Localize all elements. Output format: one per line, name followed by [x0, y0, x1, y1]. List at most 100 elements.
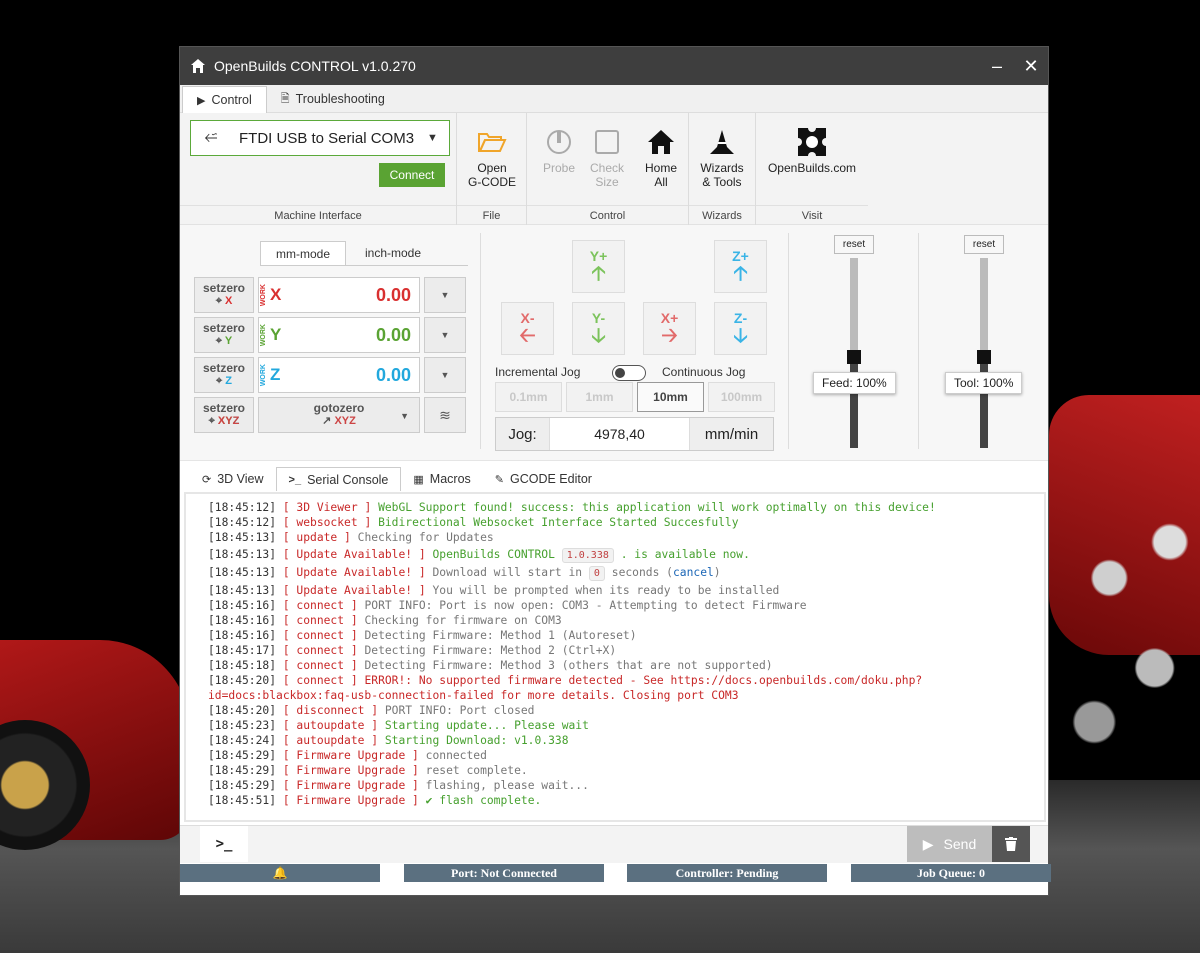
step-0-1mm-button[interactable]: 0.1mm: [495, 382, 562, 412]
log-line: [18:45:12] [ 3D Viewer ] WebGL Support f…: [208, 500, 1044, 515]
jog-x-plus-button[interactable]: X+ 🡢: [643, 302, 696, 355]
step-1mm-button[interactable]: 1mm: [566, 382, 633, 412]
cancel-link[interactable]: cancel: [673, 566, 714, 579]
tab-label: GCODE Editor: [510, 472, 592, 486]
tab-label: 3D View: [217, 472, 264, 486]
arrow-up-icon: 🡡: [733, 263, 748, 285]
crosshair-icon: ⌖: [208, 415, 215, 427]
play-icon: ▶: [922, 835, 934, 852]
jog-x-minus-button[interactable]: X- 🡠: [501, 302, 554, 355]
log-line: [18:45:18] [ connect ] Detecting Firmwar…: [208, 658, 1044, 673]
tab-inch-mode[interactable]: inch-mode: [350, 241, 436, 265]
connect-button[interactable]: Connect: [379, 163, 445, 187]
command-input[interactable]: [248, 827, 898, 861]
setzero-xyz-button[interactable]: setzero ⌖ XYZ: [194, 397, 254, 433]
button-label: G-CODE: [468, 175, 516, 189]
axis-name: Z: [270, 365, 281, 384]
wizards-tools-button[interactable]: Wizards & Tools: [692, 123, 752, 189]
log-line: [18:45:13] [ Update Available! ] OpenBui…: [208, 547, 1044, 563]
feed-reset-button[interactable]: reset: [834, 235, 874, 254]
log-timestamp: [18:45:12]: [208, 516, 277, 529]
step-100mm-button[interactable]: 100mm: [708, 382, 775, 412]
log-source: [ Update Available! ]: [282, 548, 426, 561]
jog-z-plus-button[interactable]: Z+ 🡡: [714, 240, 767, 293]
title-bar[interactable]: OpenBuilds CONTROL v1.0.270 – ✕: [180, 47, 1048, 85]
tab-mm-mode[interactable]: mm-mode: [260, 241, 346, 265]
usb-icon: ⭁: [204, 129, 218, 146]
jog-speed-input[interactable]: 4978,40: [550, 426, 689, 442]
log-source: [ connect ]: [282, 629, 358, 642]
log-source: [ websocket ]: [282, 516, 372, 529]
tab-label: Serial Console: [307, 472, 389, 487]
divider: [260, 265, 468, 266]
port-select[interactable]: ⭁ FTDI USB to Serial COM3 ▼: [190, 120, 450, 156]
toggle-knob: [615, 368, 625, 378]
cube-icon: ⟳: [202, 473, 212, 486]
gotozero-button[interactable]: gotozero ↗ XYZ ▼: [258, 397, 420, 433]
tab-troubleshooting[interactable]: 🗎 Troubleshooting: [267, 86, 399, 112]
notifications-badge[interactable]: 🔔: [180, 864, 380, 882]
jog-mode-toggle[interactable]: [612, 365, 646, 381]
send-button[interactable]: ▶ Send: [907, 826, 992, 862]
dro-value: 0.00: [375, 284, 411, 305]
file-group: Open G-CODE File: [457, 113, 527, 225]
ribbon: ⭁ FTDI USB to Serial COM3 ▼ Connect Mach…: [180, 113, 1048, 225]
feed-slider-thumb[interactable]: [847, 350, 861, 364]
jog-z-minus-button[interactable]: Z- 🡣: [714, 302, 767, 355]
tab-control[interactable]: ▶ Control: [182, 86, 267, 113]
tab-label: Control: [211, 93, 252, 107]
setzero-y-button[interactable]: setzero ⌖ Y: [194, 317, 254, 353]
log-timestamp: [18:45:16]: [208, 629, 277, 642]
square-icon: [595, 130, 619, 154]
log-message: flashing, please wait...: [425, 779, 589, 792]
tool-reset-button[interactable]: reset: [964, 235, 1004, 254]
tab-3d-view[interactable]: ⟳ 3D View: [190, 467, 276, 491]
tab-macros[interactable]: ▦ Macros: [401, 467, 482, 491]
log-message: id=docs:blackbox:faq-usb-connection-fail…: [208, 689, 739, 702]
log-timestamp: [18:45:24]: [208, 734, 277, 747]
bell-icon: 🔔: [272, 865, 288, 880]
y-dropdown-button[interactable]: ▼: [424, 317, 466, 353]
button-label: Check: [589, 161, 624, 175]
jog-y-minus-button[interactable]: Y- 🡣: [572, 302, 625, 355]
status-bar: 🔔 Port: Not Connected Controller: Pendin…: [180, 864, 1051, 884]
check-size-button[interactable]: Check Size: [577, 123, 637, 189]
gotozero-label: gotozero: [313, 401, 365, 415]
z-dropdown-button[interactable]: ▼: [424, 357, 466, 393]
setzero-x-button[interactable]: setzero ⌖ X: [194, 277, 254, 313]
layers-button[interactable]: ≋: [424, 397, 466, 433]
log-badge: 0: [588, 566, 605, 581]
log-timestamp: [18:45:12]: [208, 501, 277, 514]
tab-serial-console[interactable]: >_ Serial Console: [275, 467, 402, 491]
edit-icon: ✎: [494, 473, 504, 486]
jog-label: Z-: [733, 310, 748, 326]
x-dropdown-button[interactable]: ▼: [424, 277, 466, 313]
log-timestamp: [18:45:20]: [208, 674, 277, 687]
jog-y-plus-button[interactable]: Y+ 🡡: [572, 240, 625, 293]
clear-console-button[interactable]: [992, 826, 1030, 862]
wallpaper-parts: [1049, 470, 1200, 830]
log-message: connected: [425, 749, 487, 762]
crosshair-icon: ⌖: [215, 335, 222, 347]
tab-gcode-editor[interactable]: ✎ GCODE Editor: [483, 467, 604, 491]
axis-label: X: [224, 295, 233, 307]
setzero-label: setzero: [202, 321, 246, 335]
tool-slider-thumb[interactable]: [977, 350, 991, 364]
step-10mm-button[interactable]: 10mm: [637, 382, 704, 412]
serial-console-log[interactable]: [18:45:12] [ 3D Viewer ] WebGL Support f…: [184, 492, 1046, 822]
jog-label: X-: [520, 310, 535, 326]
setzero-z-button[interactable]: setzero ⌖ Z: [194, 357, 254, 393]
divider: [918, 233, 919, 449]
axis-name: Y: [270, 325, 282, 344]
close-button[interactable]: ✕: [1014, 47, 1048, 85]
send-label: Send: [943, 836, 977, 852]
feed-override-value: Feed: 100%: [813, 372, 896, 394]
group-label: Control: [527, 205, 688, 222]
open-gcode-button[interactable]: Open G-CODE: [462, 123, 522, 189]
home-all-button[interactable]: Home All: [631, 123, 691, 189]
openbuilds-link[interactable]: OpenBuilds.com: [762, 123, 862, 175]
chevron-down-icon: ▼: [427, 132, 438, 144]
log-timestamp: [18:45:16]: [208, 614, 277, 627]
log-source: [ connect ]: [282, 644, 358, 657]
minimize-button[interactable]: –: [980, 47, 1014, 85]
